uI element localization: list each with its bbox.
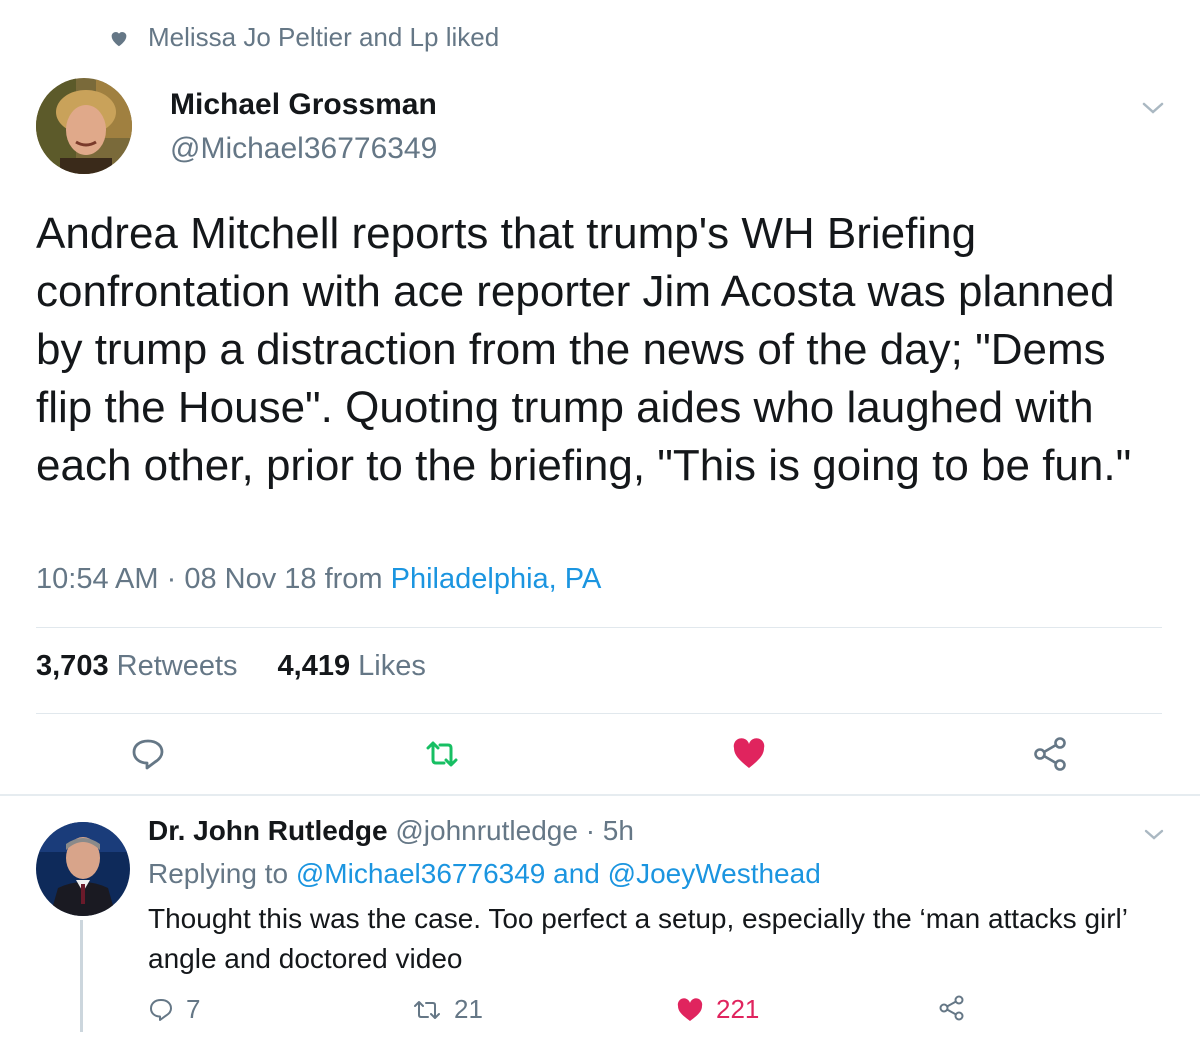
tweet-time: 10:54 AM	[36, 563, 159, 595]
social-context: Melissa Jo Peltier and Lp liked	[108, 22, 499, 53]
tweet-text: Andrea Mitchell reports that trump's WH …	[36, 209, 1132, 490]
reply-avatar[interactable]	[36, 822, 130, 916]
divider	[36, 627, 1162, 628]
likes-count: 4,419	[277, 650, 351, 682]
reply-retweet-action[interactable]: 21	[412, 994, 483, 1025]
tweet-date: 08 Nov 18	[184, 563, 317, 595]
reply-icon[interactable]	[130, 736, 166, 772]
share-icon	[939, 995, 964, 1021]
avatar-image	[36, 78, 132, 174]
replying-prefix: Replying to	[148, 858, 289, 889]
reply-icon	[150, 998, 172, 1021]
replying-to: Replying to @Michael36776349 and @JoeyWe…	[148, 858, 821, 890]
chevron-down-icon[interactable]	[1140, 824, 1168, 846]
chevron-down-icon[interactable]	[1138, 96, 1168, 120]
divider	[36, 713, 1162, 714]
reply-share-action[interactable]	[938, 994, 978, 1022]
tweet-meta: 10:54 AM · 08 Nov 18 from Philadelphia, …	[36, 563, 601, 596]
likes-label: Likes	[358, 650, 426, 682]
reply-age[interactable]: 5h	[603, 815, 634, 846]
reply-separator: ·	[585, 815, 603, 846]
avatar[interactable]	[36, 78, 132, 174]
replying-user-link[interactable]: @Michael36776349	[296, 858, 545, 889]
like-count: 221	[716, 994, 760, 1024]
author-handle[interactable]: @Michael36776349	[170, 132, 437, 166]
replying-and: and	[553, 858, 600, 889]
reply-count: 7	[186, 994, 201, 1024]
retweets-stat[interactable]: 3,703 Retweets	[36, 650, 238, 683]
author-name[interactable]: Michael Grossman	[170, 88, 437, 122]
reply-reply-action[interactable]: 7	[148, 994, 200, 1025]
social-context-text: Melissa Jo Peltier and Lp liked	[148, 22, 500, 52]
retweets-count: 3,703	[36, 650, 109, 682]
section-separator	[0, 794, 1200, 796]
meta-separator: ·	[166, 563, 185, 595]
retweet-icon	[414, 1000, 440, 1019]
retweet-count: 21	[454, 994, 483, 1024]
from-label: from	[324, 563, 383, 595]
replying-user-link[interactable]: @JoeyWesthead	[608, 858, 821, 889]
reply-header: Dr. John Rutledge @johnrutledge · 5h	[148, 815, 634, 847]
heart-icon	[111, 31, 127, 46]
likes-stat[interactable]: 4,419 Likes	[278, 650, 426, 683]
retweets-label: Retweets	[116, 650, 238, 682]
like-icon[interactable]	[731, 736, 767, 772]
like-icon	[677, 997, 703, 1021]
retweet-icon[interactable]	[424, 736, 460, 772]
share-icon[interactable]	[1032, 736, 1068, 772]
reply-author-name[interactable]: Dr. John Rutledge	[148, 815, 388, 846]
location-link[interactable]: Philadelphia, PA	[391, 563, 602, 595]
reply-avatar-image	[36, 822, 130, 916]
tweet-stats: 3,703 Retweets 4,419 Likes	[36, 650, 426, 683]
reply-author-handle[interactable]: @johnrutledge	[395, 815, 578, 846]
reply-text: Thought this was the case. Too perfect a…	[148, 903, 1127, 974]
thread-line	[80, 920, 83, 1032]
reply-like-action[interactable]: 221	[676, 994, 759, 1025]
